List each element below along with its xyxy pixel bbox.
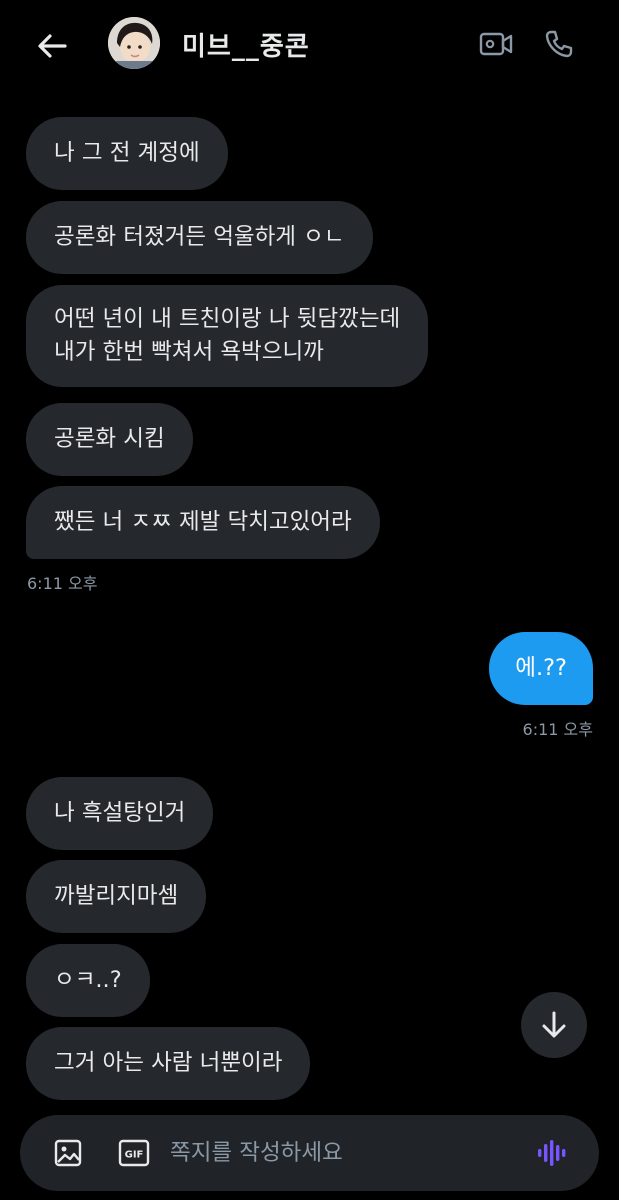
received-message[interactable]: 공론화 시킴 (26, 403, 193, 476)
message-text: 까발리지마셈 (54, 883, 179, 909)
received-message[interactable]: 나 그 전 계정에 (26, 117, 228, 190)
received-message[interactable]: 그거 아는 사람 너뿐이라 (26, 1027, 311, 1100)
scroll-to-bottom-button[interactable] (521, 992, 587, 1058)
back-button[interactable] (30, 24, 74, 68)
arrow-left-icon (38, 34, 67, 58)
image-icon (54, 1139, 82, 1167)
video-call-icon (479, 32, 513, 56)
conversation-header: 미브__중콘 (0, 0, 619, 92)
received-message[interactable]: 까발리지마셈 (26, 860, 207, 933)
received-message[interactable]: 나 흑설탕인거 (26, 777, 214, 850)
avatar-image (108, 17, 160, 69)
video-call-button[interactable] (474, 24, 518, 64)
gif-icon: GIF (118, 1139, 150, 1167)
received-message[interactable]: 쨌든 너 ㅈㅉ 제발 닥치고있어라 (26, 486, 380, 559)
gif-label: GIF (125, 1150, 144, 1161)
sent-message[interactable]: 에.?? (489, 632, 593, 705)
voice-wave-icon (538, 1140, 566, 1166)
message-text: 쨌든 너 ㅈㅉ 제발 닥치고있어라 (54, 509, 352, 535)
message-timestamp: 6:11 오후 (27, 574, 98, 593)
message-text: 에.?? (515, 655, 567, 681)
message-text: 그거 아는 사람 너뿐이라 (54, 1050, 283, 1076)
add-image-button[interactable] (48, 1133, 88, 1173)
arrow-down-icon (542, 1011, 566, 1038)
message-text: 공론화 터졌거든 억울하게 ㅇㄴ (54, 224, 345, 250)
message-text-line: 어떤 년이 내 트친이랑 나 뒷담깠는데 (54, 306, 401, 332)
message-text: 나 그 전 계정에 (54, 140, 200, 166)
message-text: 공론화 시킴 (54, 426, 165, 452)
phone-call-button[interactable] (537, 24, 581, 64)
conversation-title[interactable]: 미브__중콘 (182, 26, 310, 63)
message-text-line: 내가 한번 빡쳐서 욕박으니까 (54, 339, 324, 365)
message-input[interactable] (170, 1133, 510, 1173)
phone-icon (545, 30, 573, 58)
message-text: ㅇㅋ..? (54, 967, 122, 993)
message-composer: GIF (20, 1115, 599, 1191)
add-gif-button[interactable]: GIF (114, 1133, 154, 1173)
received-message[interactable]: ㅇㅋ..? (26, 944, 150, 1017)
received-message[interactable]: 어떤 년이 내 트친이랑 나 뒷담깠는데 내가 한번 빡쳐서 욕박으니까 (26, 285, 429, 387)
voice-message-button[interactable] (532, 1133, 572, 1173)
received-message[interactable]: 공론화 터졌거든 억울하게 ㅇㄴ (26, 201, 373, 274)
message-timestamp: 6:11 오후 (522, 720, 593, 739)
avatar[interactable] (108, 17, 160, 69)
message-text: 나 흑설탕인거 (54, 800, 186, 826)
